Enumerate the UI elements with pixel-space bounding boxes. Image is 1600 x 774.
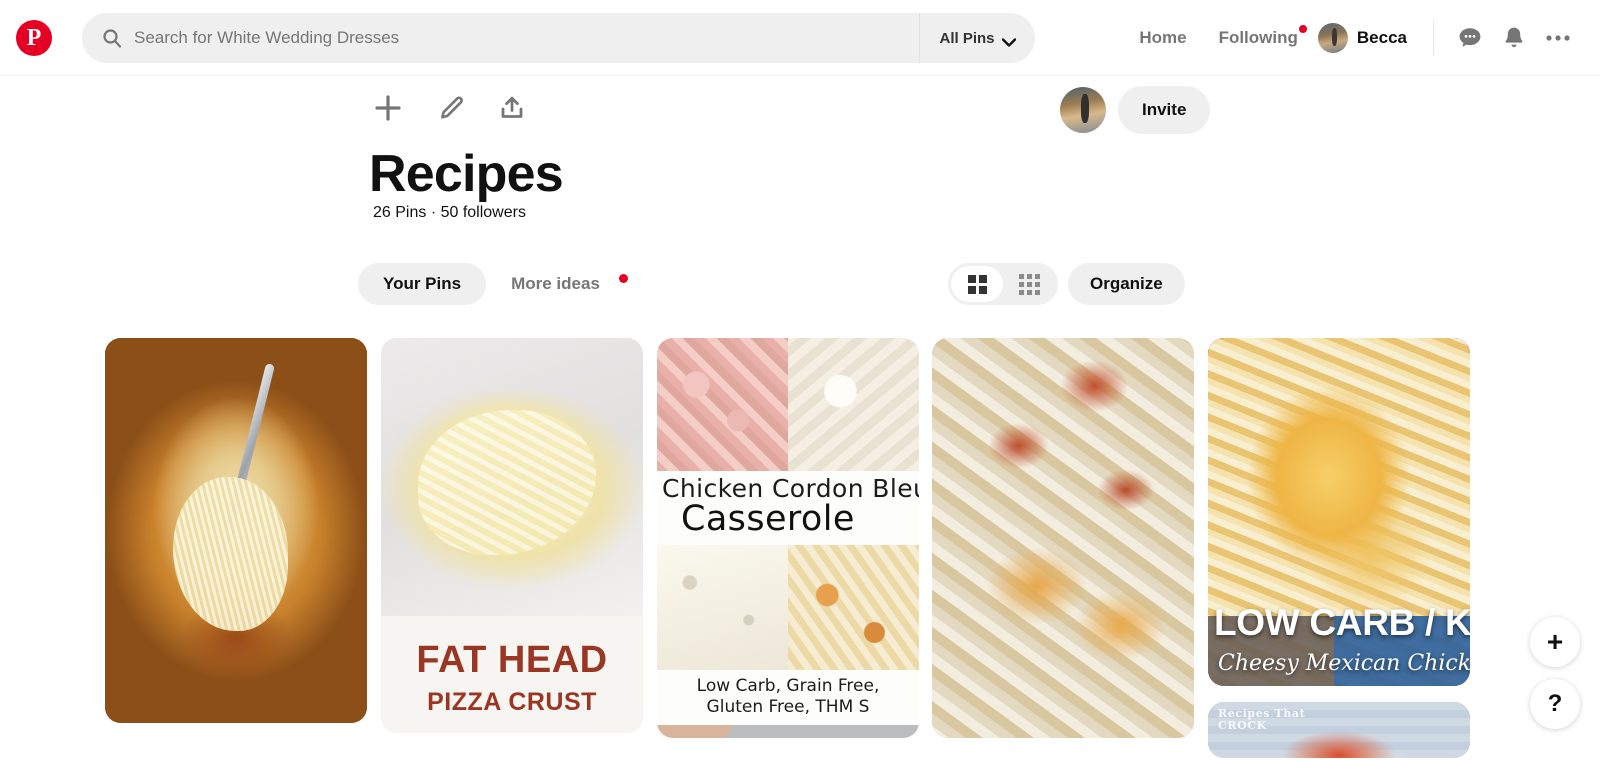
pin-watermark: Recipes That CROCK: [1218, 708, 1305, 732]
nav-link-following[interactable]: Following: [1219, 28, 1298, 48]
pin-column-1: [105, 338, 367, 739]
header-right-cluster: Home Following Becca: [1123, 0, 1600, 76]
pin-image: Recipes That CROCK: [1208, 702, 1470, 758]
pin-bacon-cheeseburger-casserole[interactable]: [932, 338, 1194, 738]
collage-row-top: [657, 338, 919, 471]
pin-column-3: Chicken Cordon Bleu Casserole Low Carb, …: [657, 338, 919, 754]
organize-button[interactable]: Organize: [1068, 263, 1185, 305]
grid-small-view-icon[interactable]: [1003, 266, 1055, 302]
collage-cell: [657, 338, 788, 471]
collage-footer-photo: [657, 725, 919, 738]
pin-grid: FAT HEAD PIZZA CRUST Chicken Cordon Bleu…: [0, 338, 1600, 755]
avatar: [1318, 23, 1348, 53]
nav-link-home[interactable]: Home: [1139, 28, 1186, 48]
chevron-down-icon: [1002, 34, 1016, 43]
header-divider: [1433, 21, 1434, 55]
pin-overlay-tag-line-2: Gluten Free, THM S: [657, 697, 919, 718]
pinterest-logo-icon: P: [16, 20, 52, 56]
create-pin-fab[interactable]: +: [1530, 617, 1580, 667]
user-menu[interactable]: Becca: [1318, 23, 1407, 53]
tab-more-ideas-label: More ideas: [511, 274, 600, 294]
pin-image: [105, 338, 367, 723]
pin-image: LOW CARB / KETO Cheesy Mexican Chicken S…: [1208, 338, 1470, 686]
pin-overlay-title: LOW CARB / KETO: [1214, 602, 1470, 644]
search-scope-label: All Pins: [939, 30, 994, 47]
edit-board-icon[interactable]: [428, 86, 472, 130]
pinterest-logo-button[interactable]: P: [10, 14, 58, 62]
new-ideas-badge-icon: [619, 274, 628, 283]
search-scope-dropdown[interactable]: All Pins: [920, 13, 1035, 63]
pin-cheesy-mexican-chicken-skillet[interactable]: LOW CARB / KETO Cheesy Mexican Chicken S…: [1208, 338, 1470, 686]
pin-image: Chicken Cordon Bleu Casserole Low Carb, …: [657, 338, 919, 738]
pin-overlay-title: FAT HEAD: [416, 639, 607, 682]
board-toolbar: Invite: [0, 86, 1600, 130]
pin-spaghetti-squash-casserole[interactable]: [105, 338, 367, 723]
pin-caption-overlay: Chicken Cordon Bleu Casserole: [657, 471, 919, 545]
search-input[interactable]: [134, 13, 919, 63]
pin-watermark-line-2: CROCK: [1218, 719, 1267, 732]
share-board-icon[interactable]: [490, 86, 534, 130]
pin-photo-area: [381, 338, 643, 616]
more-options-icon[interactable]: [1536, 16, 1580, 60]
pin-chicken-cordon-bleu-casserole[interactable]: Chicken Cordon Bleu Casserole Low Carb, …: [657, 338, 919, 738]
search-bar[interactable]: All Pins: [82, 13, 1035, 63]
pin-crock-pot-recipe[interactable]: Recipes That CROCK: [1208, 702, 1470, 758]
view-toggle-group: [948, 263, 1058, 305]
pin-column-2: FAT HEAD PIZZA CRUST: [381, 338, 643, 749]
collage-cell: [657, 545, 788, 670]
grid-large-view-icon[interactable]: [951, 266, 1003, 302]
pin-overlay-subtitle: Cheesy Mexican Chicken Skillet: [1218, 651, 1470, 676]
collaborator-avatar[interactable]: [1060, 87, 1106, 133]
add-pin-icon[interactable]: [366, 86, 410, 130]
pin-overlay-subtitle: PIZZA CRUST: [427, 688, 597, 717]
collage-cell: [788, 545, 919, 670]
pin-fat-head-pizza-crust[interactable]: FAT HEAD PIZZA CRUST: [381, 338, 643, 733]
page-title: Recipes: [369, 148, 563, 200]
tab-your-pins[interactable]: Your Pins: [358, 263, 486, 305]
top-navigation-bar: P All Pins Home Following Becca: [0, 0, 1600, 76]
tab-more-ideas[interactable]: More ideas: [486, 263, 634, 305]
floating-action-buttons: + ?: [1530, 617, 1580, 729]
pin-watermark-line-1: Recipes That: [1218, 707, 1305, 720]
collage-row-bottom: [657, 545, 919, 670]
pin-caption-overlay: FAT HEAD PIZZA CRUST: [381, 616, 643, 733]
messages-icon[interactable]: [1448, 16, 1492, 60]
view-controls: Organize: [948, 263, 1185, 305]
board-stats: 26 Pins · 50 followers: [373, 204, 526, 222]
notifications-bell-icon[interactable]: [1492, 16, 1536, 60]
pin-image: FAT HEAD PIZZA CRUST: [381, 338, 643, 733]
pin-image: [932, 338, 1194, 738]
search-icon: [102, 28, 122, 48]
pin-overlay-tag-line-1: Low Carb, Grain Free,: [657, 676, 919, 697]
help-fab[interactable]: ?: [1530, 679, 1580, 729]
pin-column-4: [932, 338, 1194, 754]
collage-cell: [788, 338, 919, 471]
pin-overlay-tags: Low Carb, Grain Free, Gluten Free, THM S: [657, 670, 919, 725]
invite-button[interactable]: Invite: [1118, 86, 1210, 134]
board-tool-icons: [366, 86, 534, 130]
tab-your-pins-label: Your Pins: [383, 274, 461, 294]
board-collaborators: Invite: [1060, 86, 1210, 134]
pin-overlay-title-2: Casserole: [659, 499, 919, 539]
pin-column-5: LOW CARB / KETO Cheesy Mexican Chicken S…: [1208, 338, 1470, 774]
user-name-label: Becca: [1357, 28, 1407, 48]
board-tabs: Your Pins More ideas: [358, 263, 634, 305]
